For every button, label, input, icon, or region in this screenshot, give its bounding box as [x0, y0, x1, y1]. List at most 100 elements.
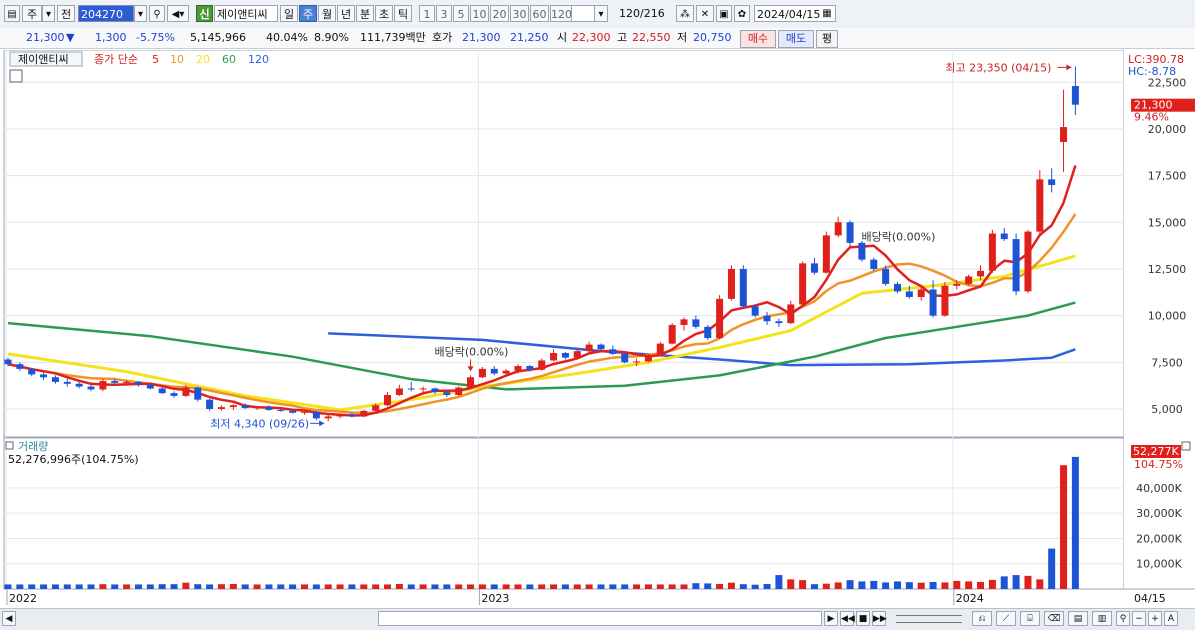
candle-body[interactable]: [384, 394, 392, 406]
stop-icon[interactable]: ■: [856, 611, 870, 626]
volume-bar[interactable]: [419, 584, 427, 589]
interval-button-7[interactable]: 120: [550, 5, 572, 22]
first-page-icon[interactable]: ◀◀: [840, 611, 855, 626]
candle-body[interactable]: [467, 377, 475, 388]
candle-body[interactable]: [336, 414, 344, 417]
volume-bar[interactable]: [407, 584, 415, 589]
candle-body[interactable]: [28, 368, 36, 375]
volume-bar[interactable]: [289, 584, 297, 589]
interval-button-1[interactable]: 3: [436, 5, 452, 22]
candle-body[interactable]: [1036, 179, 1044, 232]
eraser-icon[interactable]: ⌫: [1044, 611, 1064, 626]
candle-body[interactable]: [265, 407, 273, 410]
candle-body[interactable]: [787, 304, 795, 324]
volume-bar[interactable]: [206, 584, 214, 589]
volume-bar[interactable]: [882, 582, 890, 589]
volume-bar[interactable]: [348, 584, 356, 589]
volume-bar[interactable]: [63, 584, 71, 589]
volume-bar[interactable]: [51, 584, 59, 589]
candle-body[interactable]: [716, 298, 724, 339]
zoom-slider[interactable]: [896, 615, 962, 623]
volume-bar[interactable]: [111, 584, 119, 589]
volume-bar[interactable]: [739, 584, 747, 589]
candle-body[interactable]: [372, 405, 380, 411]
gear-icon[interactable]: ✿: [734, 5, 750, 22]
candle-body[interactable]: [360, 410, 368, 417]
volume-bar[interactable]: [894, 581, 901, 589]
volume-bar[interactable]: [123, 584, 131, 589]
chart-scrollbar[interactable]: ◀ ▶ ◀◀ ■ ▶▶ ⎌ ⟋ ⌸ ⌫ ▤ ▥ ⚲ − + A: [0, 608, 1195, 630]
volume-bar[interactable]: [704, 583, 712, 589]
candle-body[interactable]: [277, 409, 285, 411]
bar-count[interactable]: 120: [612, 5, 640, 22]
volume-bar[interactable]: [917, 582, 925, 589]
volume-bar[interactable]: [134, 584, 142, 589]
candle-body[interactable]: [870, 259, 878, 269]
compare-button[interactable]: 전: [57, 5, 75, 22]
candle-body[interactable]: [241, 405, 249, 409]
volume-bar[interactable]: [87, 584, 95, 589]
volume-bar[interactable]: [644, 584, 652, 589]
period-tab-3[interactable]: 년: [337, 5, 355, 22]
volume-bar[interactable]: [28, 584, 36, 589]
volume-bar[interactable]: [870, 580, 878, 589]
period-tab-4[interactable]: 분: [356, 5, 374, 22]
candle-body[interactable]: [206, 399, 214, 409]
volume-bar[interactable]: [727, 582, 735, 589]
candle-body[interactable]: [312, 411, 320, 419]
candle-body[interactable]: [609, 349, 617, 354]
volume-bar[interactable]: [1000, 576, 1008, 589]
scroll-left-icon[interactable]: ◀: [2, 611, 16, 626]
volume-bar[interactable]: [99, 584, 107, 589]
volume-close-icon[interactable]: [1181, 441, 1191, 451]
candle-body[interactable]: [16, 364, 24, 369]
volume-bar[interactable]: [217, 584, 225, 589]
candle-body[interactable]: [727, 268, 735, 299]
candle-body[interactable]: [431, 388, 439, 393]
table-icon[interactable]: [9, 69, 23, 83]
zoom-out-icon[interactable]: −: [1132, 611, 1146, 626]
candle-body[interactable]: [656, 343, 664, 355]
stock-code-input[interactable]: 204270: [78, 5, 134, 22]
volume-bar[interactable]: [16, 584, 24, 589]
volume-bar[interactable]: [324, 584, 332, 589]
candle-body[interactable]: [348, 414, 356, 417]
volume-bar[interactable]: [573, 584, 581, 589]
candle-body[interactable]: [253, 407, 261, 409]
volume-bar[interactable]: [467, 584, 475, 589]
volume-bar[interactable]: [858, 581, 866, 589]
volume-bar[interactable]: [810, 584, 818, 589]
volume-bar[interactable]: [680, 584, 688, 589]
candle-body[interactable]: [194, 387, 202, 400]
volume-bar[interactable]: [514, 584, 522, 589]
candle-body[interactable]: [289, 410, 297, 413]
candle-body[interactable]: [1060, 127, 1068, 143]
candle-body[interactable]: [455, 387, 463, 395]
candle-body[interactable]: [51, 377, 59, 382]
candle-body[interactable]: [763, 315, 771, 322]
interval-button-3[interactable]: 10: [470, 5, 489, 22]
candle-body[interactable]: [182, 387, 190, 396]
volume-bar[interactable]: [384, 584, 392, 589]
speaker-icon[interactable]: ◀▾: [167, 5, 189, 22]
candle-body[interactable]: [550, 352, 558, 361]
candle-body[interactable]: [1000, 233, 1008, 240]
candle-body[interactable]: [158, 388, 166, 394]
volume-bar[interactable]: [834, 582, 842, 589]
candle-body[interactable]: [597, 344, 605, 350]
layout-icon[interactable]: ▤: [1068, 611, 1088, 626]
chart-type-icon[interactable]: ▥: [1092, 611, 1112, 626]
candle-body[interactable]: [123, 381, 131, 383]
volume-bar[interactable]: [905, 582, 913, 589]
volume-bar[interactable]: [822, 583, 830, 589]
zoom-in-icon[interactable]: +: [1148, 611, 1162, 626]
volume-bar[interactable]: [455, 584, 463, 589]
candle-body[interactable]: [834, 222, 842, 236]
chevron-down-icon[interactable]: ▾: [594, 5, 608, 22]
interval-button-6[interactable]: 60: [530, 5, 549, 22]
candle-body[interactable]: [1071, 86, 1079, 105]
candle-body[interactable]: [894, 283, 901, 292]
volume-bar[interactable]: [550, 584, 558, 589]
stock-chart[interactable]: 22,500 20,000 17,500 15,000 12,500 10,000 7,50…: [0, 50, 1195, 608]
volume-bar[interactable]: [229, 583, 237, 589]
